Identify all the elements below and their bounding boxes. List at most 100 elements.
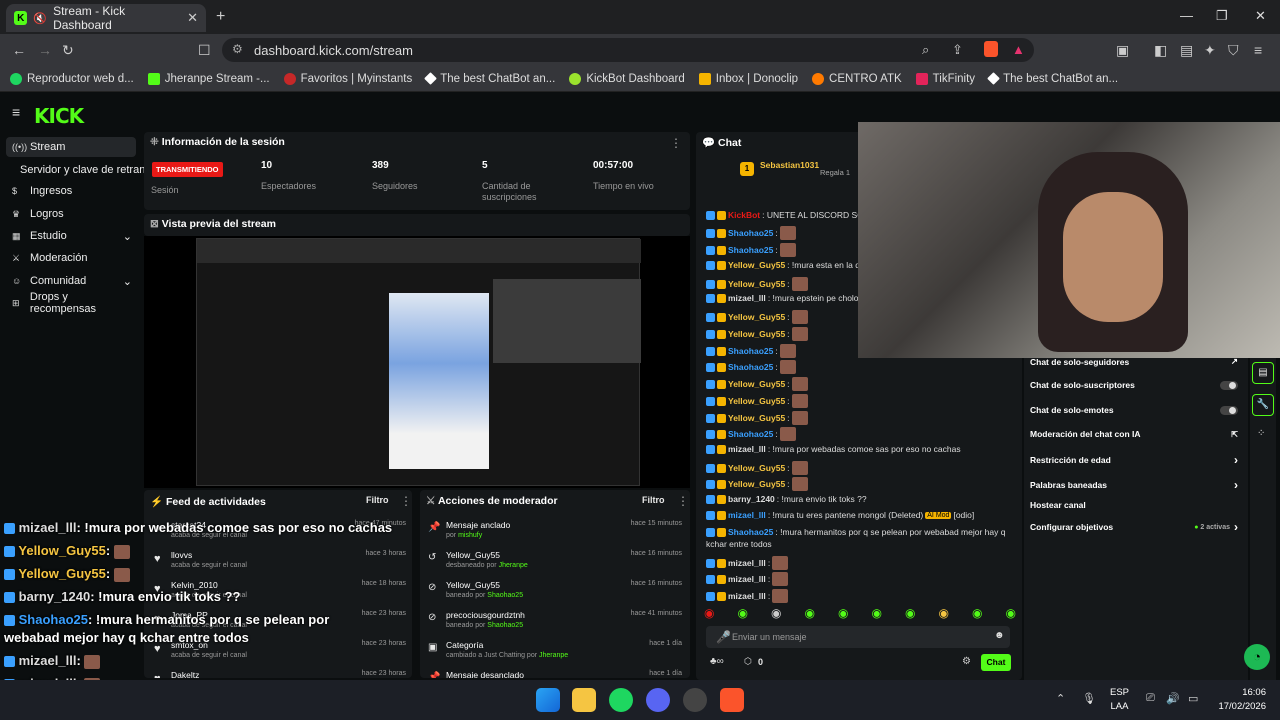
emote-icon[interactable]: ◉ (704, 606, 714, 624)
chat-message[interactable]: Yellow_Guy55: (706, 327, 808, 341)
close-window-button[interactable]: ✕ (1255, 8, 1266, 24)
chat-message[interactable]: kchar entre todos (706, 539, 772, 549)
emote-icon[interactable]: ◉ (972, 606, 982, 624)
wrench-icon[interactable]: 🔧 (1252, 394, 1274, 416)
chat-message[interactable]: Yellow_Guy55: (706, 411, 808, 425)
tab-close-icon[interactable]: ✕ (187, 10, 198, 26)
chat-message[interactable]: Shaohao25: (706, 226, 796, 240)
obs-icon[interactable] (683, 688, 707, 712)
chat-username[interactable]: Shaohao25 (728, 228, 773, 238)
setting-followers-only[interactable]: Chat de solo-seguidores ↗ (1030, 356, 1238, 367)
bookmark-item[interactable]: Inbox | Donoclip (698, 72, 798, 85)
stream-preview[interactable] (144, 236, 690, 488)
chat-message[interactable]: mizael_lll: !mura tu eres pantene mongol… (706, 510, 974, 520)
setting-banned-words[interactable]: Palabras baneadas › (1030, 478, 1238, 492)
bookmark-item[interactable]: KickBot Dashboard (569, 72, 685, 85)
sidebar-item-moderacion[interactable]: ⚔ Moderación (6, 248, 136, 268)
chat-message[interactable]: barny_1240: !mura envio tik toks ?? (706, 494, 867, 504)
menu-icon[interactable]: ≡ (1254, 42, 1262, 58)
chat-message[interactable]: mizael_lll: (706, 556, 789, 570)
chat-message[interactable]: Yellow_Guy55: (706, 477, 808, 491)
back-icon[interactable]: ← (12, 42, 26, 58)
chat-username[interactable]: Yellow_Guy55 (728, 379, 785, 389)
chat-input[interactable]: 🎤 Enviar un mensaje ☻ (706, 626, 1010, 648)
emote-icon[interactable]: ◉ (1006, 606, 1016, 624)
chat-username[interactable]: Yellow_Guy55 (728, 312, 785, 322)
chat-message[interactable]: KickBot: UNETE AL DISCORD SOLI (706, 210, 871, 220)
browser-tab[interactable]: K 🔇 Stream - Kick Dashboard ✕ (6, 4, 206, 32)
bookmark-item[interactable]: Favoritos | Myinstants (283, 72, 412, 85)
chat-message[interactable]: mizael_lll: (706, 589, 789, 603)
network-icon[interactable]: ⎚ (1146, 692, 1155, 705)
brave-shield-icon[interactable] (984, 41, 998, 57)
chat-username[interactable]: mizael_lll (728, 510, 766, 520)
chat-message[interactable]: mizael_lll: (706, 572, 789, 586)
chat-username[interactable]: Yellow_Guy55 (728, 260, 785, 270)
reader-icon[interactable]: ▣ (1116, 42, 1129, 59)
file-explorer-icon[interactable] (572, 688, 596, 712)
feed-item[interactable]: ♥ llovvs acaba de seguir el canal hace 3 ho… (144, 548, 410, 578)
chat-settings-icon[interactable]: ⚙ (962, 656, 971, 667)
chat-username[interactable]: Shaohao25 (728, 362, 773, 372)
language-indicator[interactable]: ESP LAA (1110, 686, 1129, 714)
emote-icon[interactable]: ◉ (771, 606, 781, 624)
vpn-icon[interactable]: ⛉ (1228, 42, 1239, 59)
support-chat-icon[interactable]: ◔ (1244, 644, 1270, 670)
mute-icon[interactable]: 🔇 (33, 12, 47, 25)
chat-username[interactable]: mizael_lll (728, 558, 766, 568)
bookmark-item[interactable]: CENTRO ATK (812, 72, 902, 85)
chat-username[interactable]: mizael_lll (728, 293, 766, 303)
sidebar-item-stream[interactable]: ((•)) Stream (6, 137, 136, 157)
bookmark-item[interactable]: TikFinity (915, 72, 975, 85)
chat-message[interactable]: Shaohao25: (706, 427, 796, 441)
more-options-icon[interactable]: ⋮ (670, 136, 682, 150)
minimize-button[interactable]: — (1180, 8, 1193, 23)
sidebar-icon[interactable]: ◧ (1154, 42, 1167, 59)
chat-username[interactable]: Yellow_Guy55 (728, 479, 785, 489)
sidebar-item-comunidad[interactable]: ☺ Comunidad ⌄ (6, 271, 136, 291)
setting-host-channel[interactable]: Hostear canal (1030, 500, 1238, 510)
chat-username[interactable]: Shaohao25 (728, 429, 773, 439)
chat-username[interactable]: Yellow_Guy55 (728, 329, 785, 339)
emote-icon[interactable]: ◉ (939, 606, 949, 624)
emoji-icon[interactable]: ☻ (994, 630, 1005, 641)
chat-mode-icon[interactable]: ▤ (1252, 362, 1274, 384)
setting-ai-moderation[interactable]: Moderación del chat con IA ⇱ (1030, 429, 1238, 439)
clock[interactable]: 16:06 17/02/2026 (1210, 686, 1266, 714)
zoom-icon[interactable]: ⌕ (922, 42, 929, 58)
more-options-icon[interactable]: ⋮ (677, 494, 689, 508)
hamburger-icon[interactable]: ≡ (12, 104, 20, 120)
maximize-button[interactable]: ❐ (1216, 8, 1228, 24)
sidebar-item-ingresos[interactable]: $ Ingresos (6, 181, 136, 201)
sidebar-item-logros[interactable]: ♛ Logros (6, 204, 136, 224)
emote-icon[interactable]: ◉ (905, 606, 915, 624)
discord-icon[interactable] (646, 688, 670, 712)
mic-icon[interactable]: 🎤 (716, 630, 731, 644)
share-icon[interactable]: ⇪ (952, 42, 963, 58)
forward-icon[interactable]: → (38, 42, 52, 58)
brave-rewards-icon[interactable]: ▲ (1012, 42, 1025, 57)
emote-icon[interactable]: ◉ (838, 606, 848, 624)
chat-username[interactable]: Yellow_Guy55 (728, 413, 785, 423)
chat-message[interactable]: Shaohao25: !mura hermanitos por q se pel… (706, 527, 1005, 537)
chat-username[interactable]: Shaohao25 (728, 527, 773, 537)
mic-tray-icon[interactable]: 🎙 (1082, 692, 1096, 705)
chat-message[interactable]: Yellow_Guy55: (706, 377, 808, 391)
tray-chevron-icon[interactable]: ⌃ (1056, 692, 1065, 705)
bookmark-icon[interactable]: ☐ (198, 42, 211, 59)
new-tab-button[interactable]: + (216, 8, 225, 26)
mod-filter-button[interactable]: Filtro (642, 495, 665, 505)
chat-message[interactable]: Shaohao25: (706, 243, 796, 257)
chat-username[interactable]: Yellow_Guy55 (728, 396, 785, 406)
setting-age-restriction[interactable]: Restricción de edad › (1030, 453, 1238, 467)
setting-emotes-only[interactable]: Chat de solo-emotes (1030, 405, 1238, 415)
sidebar-item-server-key[interactable]: Servidor y clave de retransm (14, 160, 144, 180)
wallet-icon[interactable]: ▤ (1180, 42, 1193, 59)
sidebar-item-estudio[interactable]: ▦ Estudio ⌄ (6, 226, 136, 246)
chat-username[interactable]: KickBot (728, 210, 760, 220)
battery-icon[interactable]: ▭ (1188, 692, 1198, 705)
chat-username[interactable]: mizael_lll (728, 574, 766, 584)
chat-message[interactable]: Shaohao25: (706, 360, 796, 374)
leo-icon[interactable]: ✦ (1204, 42, 1216, 59)
mod-action-item[interactable]: ⊘ Yellow_Guy55 baneado por Shaohao25 hace 1… (420, 578, 690, 608)
